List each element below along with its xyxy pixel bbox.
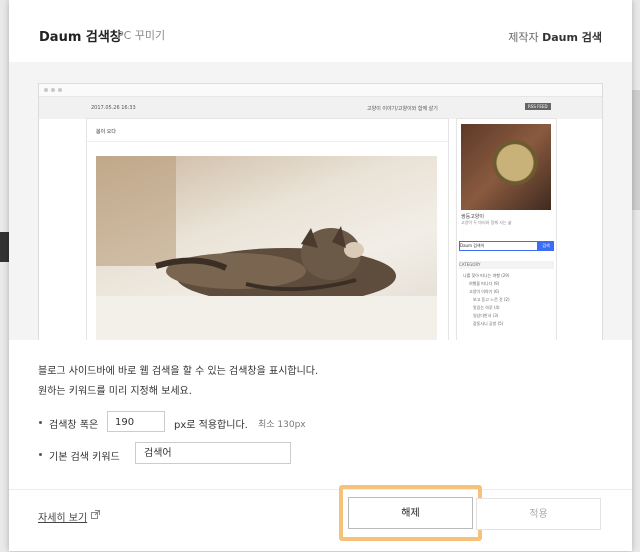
blog-sidebar: 쌍둥고양이 고양이 두 마리와 함께 사는 삶 Daum 검색어 검색 CATE… — [456, 118, 557, 340]
modal-title: Daum 검색창 — [39, 30, 122, 45]
background-block-right — [632, 90, 640, 210]
modal-subtitle: PC 꾸미기 — [117, 29, 166, 42]
post-title: 봄이 오다 — [96, 129, 116, 135]
profile-compass-image — [461, 124, 551, 210]
sidebar-blog-name: 쌍둥고양이 — [461, 214, 485, 220]
sidebar-category-item: 고양이 이야기 (6) — [469, 289, 500, 294]
settings-description-1: 블로그 사이드바에 바로 웹 검색을 할 수 있는 검색창을 표시합니다. — [38, 366, 319, 377]
bullet-icon — [39, 453, 42, 456]
width-label: 검색창 폭은 — [49, 420, 99, 431]
sidebar-category-item: 나를 찾아 떠나는 여행 (29) — [463, 273, 510, 278]
bullet-icon — [39, 421, 42, 424]
search-width-input[interactable]: 190 — [107, 411, 165, 432]
cancel-button[interactable]: 해제 — [348, 497, 473, 529]
width-min-note: 최소 130px — [258, 420, 306, 430]
sidebar-category-header: CATEGORY — [459, 261, 554, 269]
window-dot-icon — [44, 88, 48, 92]
sidebar-blog-desc: 고양이 두 마리와 함께 사는 삶 — [461, 220, 512, 225]
default-keyword-input[interactable]: 검색어 — [135, 442, 291, 464]
sidebar-category-item: 맛있는 하루 (4) — [473, 305, 500, 310]
background-strip-left — [0, 232, 9, 262]
preview-browser-frame: 2017.05.26 16:33 고양이 이야기/고양이와 함께 살기 RSS … — [38, 83, 603, 340]
blog-top-bar: 2017.05.26 16:33 고양이 이야기/고양이와 함께 살기 RSS … — [39, 97, 602, 119]
settings-description-2: 원하는 키워드를 미리 지정해 보세요. — [38, 386, 192, 397]
sidebar-category-item: 일상다반사 (3) — [473, 313, 499, 318]
width-suffix: px로 적용합니다. — [174, 420, 248, 431]
cat-photo-image — [96, 156, 437, 340]
modal-header: Daum 검색창 PC 꾸미기 제작자 Daum 검색 — [9, 0, 632, 63]
maker-label: 제작자 — [508, 31, 539, 44]
maker-name: Daum 검색 — [542, 31, 602, 44]
blog-category-path: 고양이 이야기/고양이와 함께 살기 — [367, 106, 438, 112]
modal-maker: 제작자 Daum 검색 — [508, 29, 602, 45]
browser-titlebar — [39, 84, 602, 97]
blog-post: 봄이 오다 — [86, 118, 449, 340]
sidebar-search-input: Daum 검색어 — [459, 241, 538, 251]
decorate-modal: Daum 검색창 PC 꾸미기 제작자 Daum 검색 2017.05.26 1… — [9, 0, 632, 551]
apply-button[interactable]: 적용 — [476, 498, 601, 530]
keyword-label: 기본 검색 키워드 — [49, 452, 120, 463]
sidebar-category-item: 여행을 떠나다 (9) — [469, 281, 500, 286]
preview-area: 2017.05.26 16:33 고양이 이야기/고양이와 함께 살기 RSS … — [9, 62, 632, 340]
external-link-icon — [91, 510, 100, 519]
more-info-link[interactable]: 자세히 보기 — [38, 509, 87, 524]
window-dot-icon — [58, 88, 62, 92]
sidebar-search-button: 검색 — [538, 241, 554, 251]
blog-rss-badge: RSS FEED — [525, 103, 551, 110]
blog-date: 2017.05.26 16:33 — [91, 105, 136, 111]
window-dot-icon — [51, 88, 55, 92]
sidebar-category-item: 보고 듣고 느낀 것 (2) — [473, 297, 510, 302]
sidebar-search-widget: Daum 검색어 검색 — [459, 241, 554, 251]
sidebar-category-item: 잡동사니 공방 (5) — [473, 321, 504, 326]
post-divider — [87, 141, 448, 142]
